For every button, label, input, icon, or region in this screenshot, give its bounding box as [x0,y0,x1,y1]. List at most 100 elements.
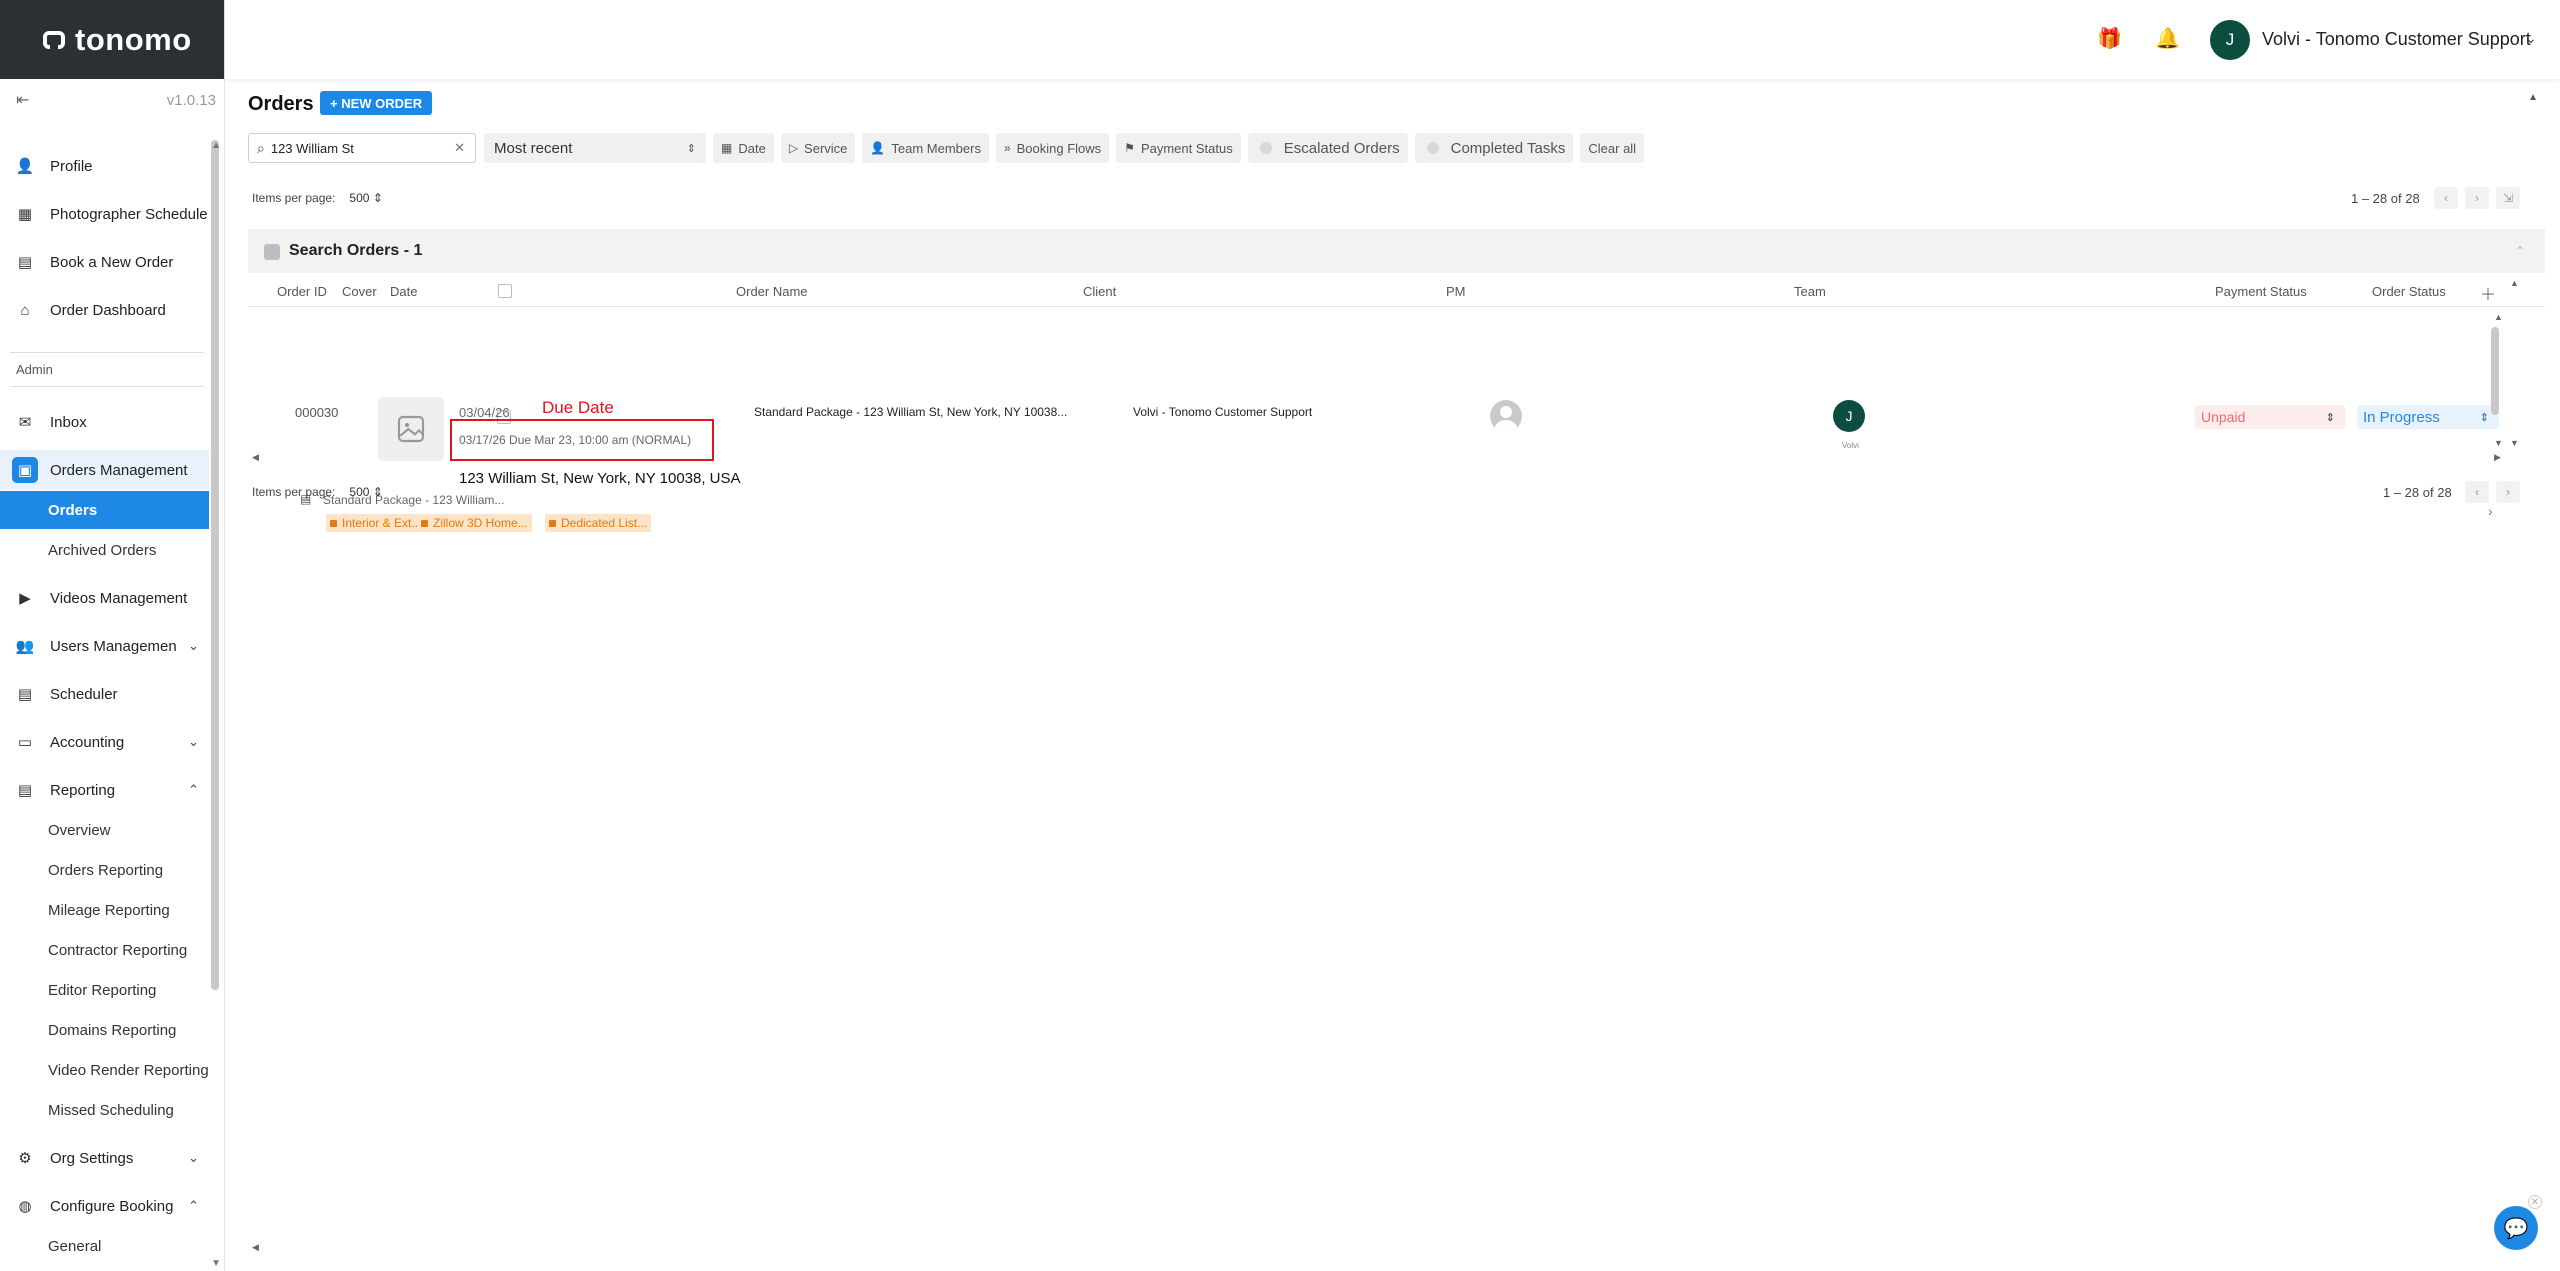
chat-support-button[interactable]: 💬 [2494,1206,2538,1250]
users-icon: 👥 [15,638,35,655]
sidebar-subitem-mileage-reporting[interactable]: Mileage Reporting [0,891,209,929]
order-status-select[interactable]: In Progress ⇕ [2357,405,2499,429]
sidebar-item-accounting[interactable]: ▭ Accounting ⌄ [0,722,209,762]
next-page-button[interactable]: › [2496,481,2520,503]
order-group-header[interactable]: Search Orders - 1 ⌃ [248,229,2545,273]
sidebar-item-scheduler[interactable]: ▤ Scheduler [0,674,209,714]
sidebar-item-users-management[interactable]: 👥 Users Managemen ⌄ [0,626,209,666]
sidebar-subitem-video-render-reporting[interactable]: Video Render Reporting [0,1051,209,1089]
filter-booking-flows[interactable]: » Booking Flows [995,133,1110,163]
gift-icon[interactable]: 🎁 [2097,26,2122,51]
expand-row-icon[interactable]: › [2488,503,2493,519]
toggle-escalated-orders[interactable]: Escalated Orders [1247,133,1408,163]
sidebar-subitem-missed-scheduling[interactable]: Missed Scheduling [0,1091,209,1129]
main-content: Orders + NEW ORDER ▲ ⌕ 123 William St ✕ … [225,79,2560,1271]
payment-status-select[interactable]: Unpaid ⇕ [2195,405,2345,429]
chevron-down-icon[interactable]: ⌄ [188,638,199,654]
toggle-switch[interactable] [1259,142,1272,154]
scroll-up-icon[interactable]: ▲ [2510,278,2519,288]
add-column-icon[interactable]: ＋ [2480,281,2496,305]
sidebar-item-label: Profile [50,157,93,175]
user-name[interactable]: Volvi - Tonomo Customer Support [2262,29,2531,50]
person-icon: 👤 [15,158,35,175]
sidebar-item-org-settings[interactable]: ⚙ Org Settings ⌄ [0,1138,209,1178]
team-avatar[interactable]: J [1833,400,1865,432]
chevron-down-icon[interactable]: ⌄ [2525,30,2537,47]
items-per-page-select[interactable]: 500 ⇕ [349,485,382,499]
page-title: Orders [248,93,314,115]
items-per-page: Items per page: 500 ⇕ [252,485,383,499]
sidebar-scroll-down-icon[interactable]: ▼ [211,1258,221,1269]
close-chat-icon[interactable]: ✕ [2528,1195,2542,1209]
pm-avatar[interactable] [1490,400,1522,432]
brand-logo[interactable]: tonomo [0,0,224,79]
scroll-left-icon[interactable]: ◀ [252,452,259,463]
group-checkbox[interactable] [264,244,280,260]
clear-all-button[interactable]: Clear all [1580,133,1645,163]
sidebar-item-photographer-schedule[interactable]: ▦ Photographer Schedule [0,194,209,234]
new-order-button[interactable]: + NEW ORDER [320,91,433,115]
order-address[interactable]: 123 William St, New York, NY 10038, USA [459,470,741,487]
items-per-page-select[interactable]: 500 ⇕ [349,191,382,205]
sidebar-subitem-editor-reporting[interactable]: Editor Reporting [0,971,209,1009]
search-input[interactable]: ⌕ 123 William St ✕ [248,133,476,163]
collapse-sidebar-icon[interactable]: ⇤ [16,90,29,110]
chevron-up-icon[interactable]: ⌃ [188,1198,199,1214]
sidebar-item-book-new-order[interactable]: ▤ Book a New Order [0,242,209,282]
sidebar-item-configure-booking[interactable]: ◍ Configure Booking ⌃ [0,1186,209,1226]
sidebar-item-profile[interactable]: 👤 Profile [0,146,209,186]
user-avatar[interactable]: J [2210,20,2250,60]
filter-date[interactable]: ▦ Date [713,133,774,163]
service-tag: Dedicated List... [545,514,652,532]
collapse-button[interactable]: ⇲ [2496,187,2520,209]
sidebar-subitem-domains-reporting[interactable]: Domains Reporting [0,1011,209,1049]
scroll-up-icon[interactable]: ▲ [2528,92,2538,103]
sidebar-item-label: Accounting [50,733,125,751]
select-all-checkbox[interactable] [498,284,512,298]
order-name[interactable]: Standard Package - 123 William St, New Y… [754,405,1067,419]
prev-page-button[interactable]: ‹ [2434,187,2458,209]
scroll-down-icon[interactable]: ▼ [2510,438,2519,448]
client-name[interactable]: Volvi - Tonomo Customer Support [1133,405,1312,419]
sidebar-subitem-orders-reporting[interactable]: Orders Reporting [0,851,209,889]
bell-icon[interactable]: 🔔 [2155,26,2180,51]
scroll-left-icon[interactable]: ◀ [252,1242,259,1253]
chevron-up-icon[interactable]: ⌃ [188,782,199,798]
chevron-down-icon[interactable]: ⌄ [188,734,199,750]
sidebar-subitem-orders[interactable]: Orders [0,491,209,529]
col-client: Client [1083,284,1117,299]
prev-page-button[interactable]: ‹ [2465,481,2489,503]
toggle-completed-tasks[interactable]: Completed Tasks [1414,133,1574,163]
items-per-page-label: Items per page: [252,485,336,499]
sidebar-scroll-up-icon[interactable]: ▲ [211,140,221,151]
clear-search-icon[interactable]: ✕ [454,140,465,156]
sidebar-item-order-dashboard[interactable]: ⌂ Order Dashboard [0,290,209,330]
table-scrollbar[interactable] [2491,327,2499,415]
cover-image[interactable] [378,397,444,461]
sidebar-section-admin: Admin [16,362,53,377]
toggle-switch[interactable] [1426,142,1439,154]
sidebar-subitem-archived-orders[interactable]: Archived Orders [0,531,209,569]
chevron-up-icon[interactable]: ⌃ [2515,244,2525,258]
sidebar-subitem-overview[interactable]: Overview [0,811,209,849]
sidebar-scrollbar[interactable] [211,140,219,990]
items-per-page-value: 500 [349,191,370,205]
toggle-label: Escalated Orders [1283,139,1400,157]
scroll-right-icon[interactable]: ▶ [2494,452,2501,463]
sidebar-item-inbox[interactable]: ✉ Inbox [0,402,209,442]
col-payment-status: Payment Status [2215,284,2307,299]
sidebar-item-reporting[interactable]: ▤ Reporting ⌃ [0,770,209,810]
sidebar-item-orders-management[interactable]: ▣ Orders Management [0,450,209,490]
sidebar-item-videos-management[interactable]: ▶ Videos Management [0,578,209,618]
filter-payment-status[interactable]: ⚑ Payment Status [1116,133,1241,163]
sidebar-subitem-contractor-reporting[interactable]: Contractor Reporting [0,931,209,969]
sidebar-subitem-general[interactable]: General [0,1227,209,1265]
table-row[interactable]: 000030 03/04/26 Due Date 03/17/26 Due Ma… [248,308,2545,532]
next-page-button[interactable]: › [2465,187,2489,209]
filter-team-members[interactable]: 👤 Team Members [862,133,989,163]
scroll-down-icon[interactable]: ▼ [2494,438,2503,448]
filter-service[interactable]: ▷ Service [780,133,856,163]
chevron-down-icon[interactable]: ⌄ [188,1150,199,1166]
scroll-up-icon[interactable]: ▲ [2494,312,2503,322]
sort-select[interactable]: Most recent ⇕ [484,133,706,163]
